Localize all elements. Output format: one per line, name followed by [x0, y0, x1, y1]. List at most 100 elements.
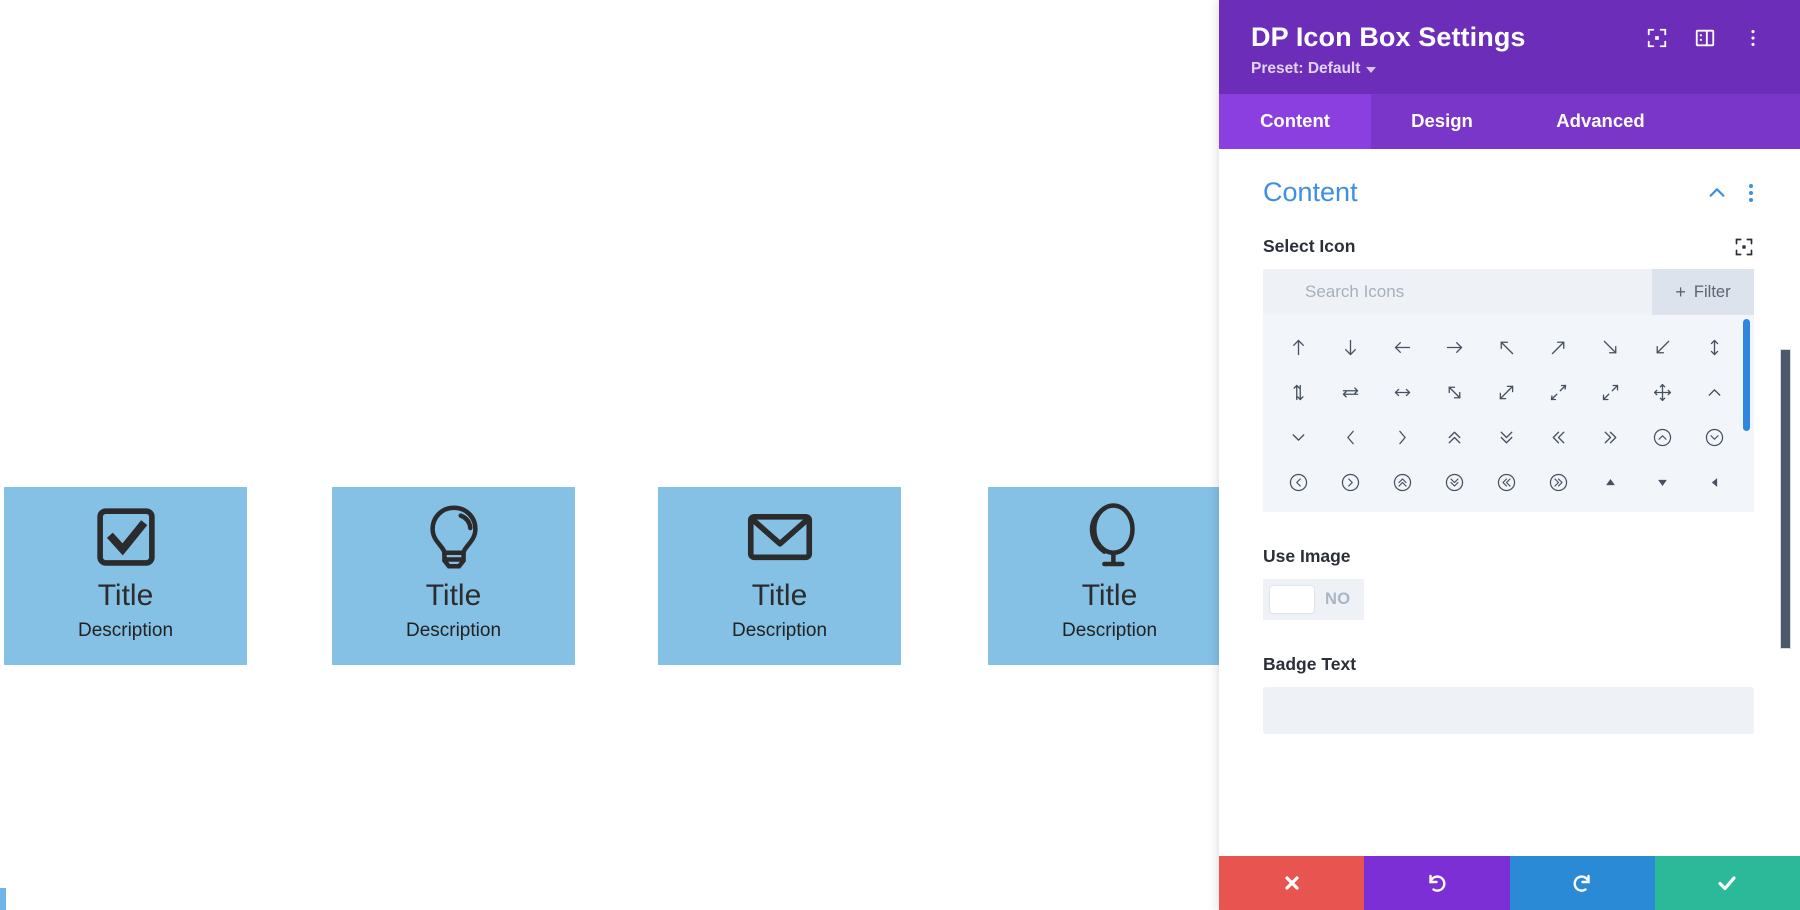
toggle-knob: [1269, 585, 1315, 614]
icon-picker-search-row: + Filter: [1263, 269, 1754, 315]
icon-circle-double-right[interactable]: [1532, 460, 1584, 505]
check-icon: [1715, 871, 1739, 895]
filter-button[interactable]: + Filter: [1652, 269, 1754, 315]
cancel-button[interactable]: [1219, 856, 1365, 910]
badge-text-label-row: Badge Text: [1263, 654, 1754, 675]
icon-arrow-expand-diagonal[interactable]: [1481, 370, 1533, 415]
icon-arrow-undo[interactable]: [1532, 505, 1584, 512]
preset-selector[interactable]: Preset: Default: [1251, 60, 1377, 78]
icon-chevron-double-left[interactable]: [1532, 415, 1584, 460]
icon-arrow-right[interactable]: [1429, 325, 1481, 370]
icon-circle-chevron-left[interactable]: [1273, 460, 1325, 505]
icon-triangle-down[interactable]: [1636, 460, 1688, 505]
icon-box-description: Description: [77, 620, 174, 641]
tab-advanced[interactable]: Advanced: [1513, 94, 1688, 149]
icon-minus[interactable]: [1584, 505, 1636, 512]
icon-arrow-left-right[interactable]: [1377, 370, 1429, 415]
icon-box-module-4[interactable]: Title Description: [988, 487, 1231, 665]
icon-circle-chevron-right[interactable]: [1325, 460, 1377, 505]
settings-panel: DP Icon Box Settings Preset: Default Con…: [1219, 0, 1800, 910]
chevron-down-icon: [1366, 67, 1377, 73]
panel-tabs: Content Design Advanced: [1219, 94, 1800, 149]
layout-panel-icon[interactable]: [1694, 27, 1716, 49]
icon-arrow-left[interactable]: [1377, 325, 1429, 370]
checkbox-check-icon: [85, 499, 167, 575]
use-image-label-row: Use Image: [1263, 546, 1754, 567]
badge-text-input[interactable]: [1263, 687, 1754, 734]
icon-triangle-up[interactable]: [1584, 460, 1636, 505]
icon-arrow-up-down[interactable]: [1688, 325, 1740, 370]
icon-arrow-swap-horizontal[interactable]: [1325, 370, 1377, 415]
icon-chevron-double-right[interactable]: [1584, 415, 1636, 460]
icon-circle-triangle-left[interactable]: [1429, 505, 1481, 512]
icon-circle-triangle-down[interactable]: [1377, 505, 1429, 512]
icon-grid: [1263, 315, 1754, 512]
tab-design[interactable]: Design: [1371, 94, 1513, 149]
icon-arrow-expand-out[interactable]: [1584, 370, 1636, 415]
icon-arrow-down-left[interactable]: [1636, 325, 1688, 370]
content-section-header: Content: [1263, 177, 1754, 208]
icon-arrow-down-right[interactable]: [1584, 325, 1636, 370]
icon-plus[interactable]: [1636, 505, 1688, 512]
icon-arrow-down[interactable]: [1325, 325, 1377, 370]
chevron-up-icon[interactable]: [1706, 182, 1728, 204]
select-icon-label: Select Icon: [1263, 236, 1356, 256]
icon-arrow-up-left[interactable]: [1481, 325, 1533, 370]
focus-target-icon[interactable]: [1646, 27, 1668, 49]
focus-target-icon[interactable]: [1734, 237, 1754, 257]
redo-icon: [1570, 871, 1594, 895]
panel-body: Content Select Icon Search Icons + Filte…: [1219, 149, 1800, 856]
vertical-dots-icon[interactable]: [1742, 27, 1764, 49]
panel-header: DP Icon Box Settings Preset: Default: [1219, 0, 1800, 94]
icon-arrow-up-down-split[interactable]: [1273, 370, 1325, 415]
use-image-toggle[interactable]: NO: [1263, 579, 1365, 620]
undo-icon: [1425, 871, 1449, 895]
toggle-value: NO: [1325, 590, 1351, 608]
icon-arrows-move-four-way[interactable]: [1636, 370, 1688, 415]
icon-box-description: Description: [731, 620, 828, 641]
icon-chevron-up[interactable]: [1688, 370, 1740, 415]
icon-chevron-double-up[interactable]: [1429, 415, 1481, 460]
icon-box-title: Title: [751, 579, 808, 612]
icon-arrow-up[interactable]: [1273, 325, 1325, 370]
icon-box-module-1[interactable]: Title Description: [4, 487, 247, 665]
icon-grid-scrollbar-thumb[interactable]: [1743, 319, 1750, 431]
canvas-scroll-marker[interactable]: [0, 888, 6, 910]
preset-label: Preset: Default: [1251, 60, 1361, 77]
screen-root: Title Description Title Description Titl…: [0, 0, 1800, 910]
icon-circle-triangle-right[interactable]: [1481, 505, 1533, 512]
icon-grid-wrapper: [1263, 315, 1754, 512]
icon-close-x[interactable]: [1688, 505, 1740, 512]
section-menu-icon[interactable]: [1748, 183, 1754, 202]
icon-circle-triangle-up[interactable]: [1325, 505, 1377, 512]
tab-content[interactable]: Content: [1219, 94, 1371, 149]
icon-box-module-3[interactable]: Title Description: [658, 487, 901, 665]
close-x-icon: [1280, 871, 1304, 895]
redo-button[interactable]: [1509, 856, 1655, 910]
icon-box-title: Title: [425, 579, 482, 612]
search-icons-input[interactable]: [1263, 269, 1652, 315]
icon-circle-chevron-up[interactable]: [1636, 415, 1688, 460]
icon-arrow-contract-in[interactable]: [1532, 370, 1584, 415]
icon-triangle-right[interactable]: [1273, 505, 1325, 512]
undo-button[interactable]: [1364, 856, 1510, 910]
icon-chevron-down[interactable]: [1273, 415, 1325, 460]
icon-arrow-up-right[interactable]: [1532, 325, 1584, 370]
icon-circle-double-up[interactable]: [1377, 460, 1429, 505]
save-button[interactable]: [1654, 856, 1800, 910]
icon-circle-double-left[interactable]: [1481, 460, 1533, 505]
icon-circle-double-down[interactable]: [1429, 460, 1481, 505]
icon-box-description: Description: [405, 620, 502, 641]
icon-arrow-diagonal-down-right[interactable]: [1429, 370, 1481, 415]
icon-circle-chevron-down[interactable]: [1688, 415, 1740, 460]
icon-box-module-2[interactable]: Title Description: [332, 487, 575, 665]
icon-chevron-double-down[interactable]: [1481, 415, 1533, 460]
icon-box-title: Title: [1081, 579, 1138, 612]
icon-triangle-left[interactable]: [1688, 460, 1740, 505]
icon-chevron-right[interactable]: [1377, 415, 1429, 460]
icon-chevron-left[interactable]: [1325, 415, 1377, 460]
icon-picker: + Filter: [1263, 269, 1754, 512]
panel-scrollbar-thumb[interactable]: [1780, 349, 1791, 649]
use-image-label: Use Image: [1263, 546, 1351, 566]
badge-text-label: Badge Text: [1263, 654, 1357, 674]
